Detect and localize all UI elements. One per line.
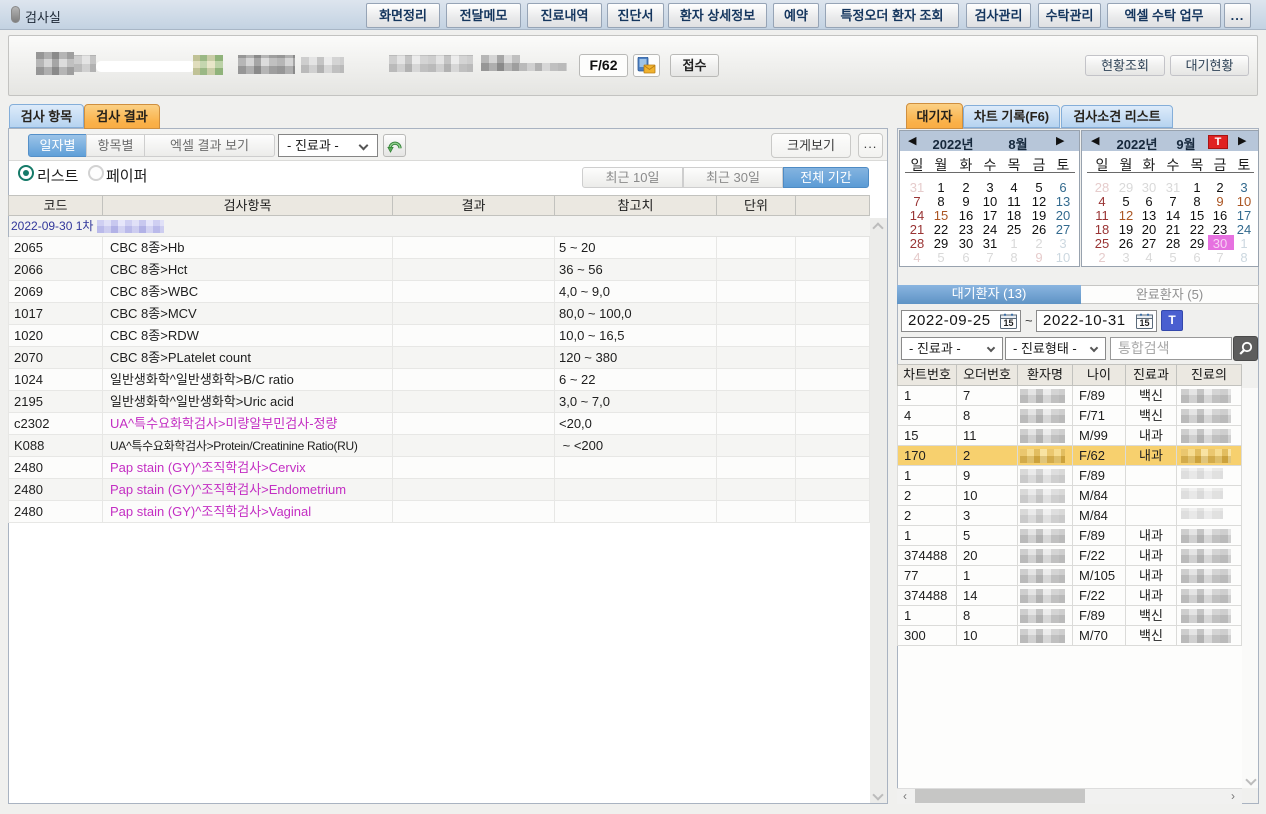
svg-text:15: 15 (1139, 318, 1149, 328)
svg-text:15: 15 (1003, 318, 1013, 328)
